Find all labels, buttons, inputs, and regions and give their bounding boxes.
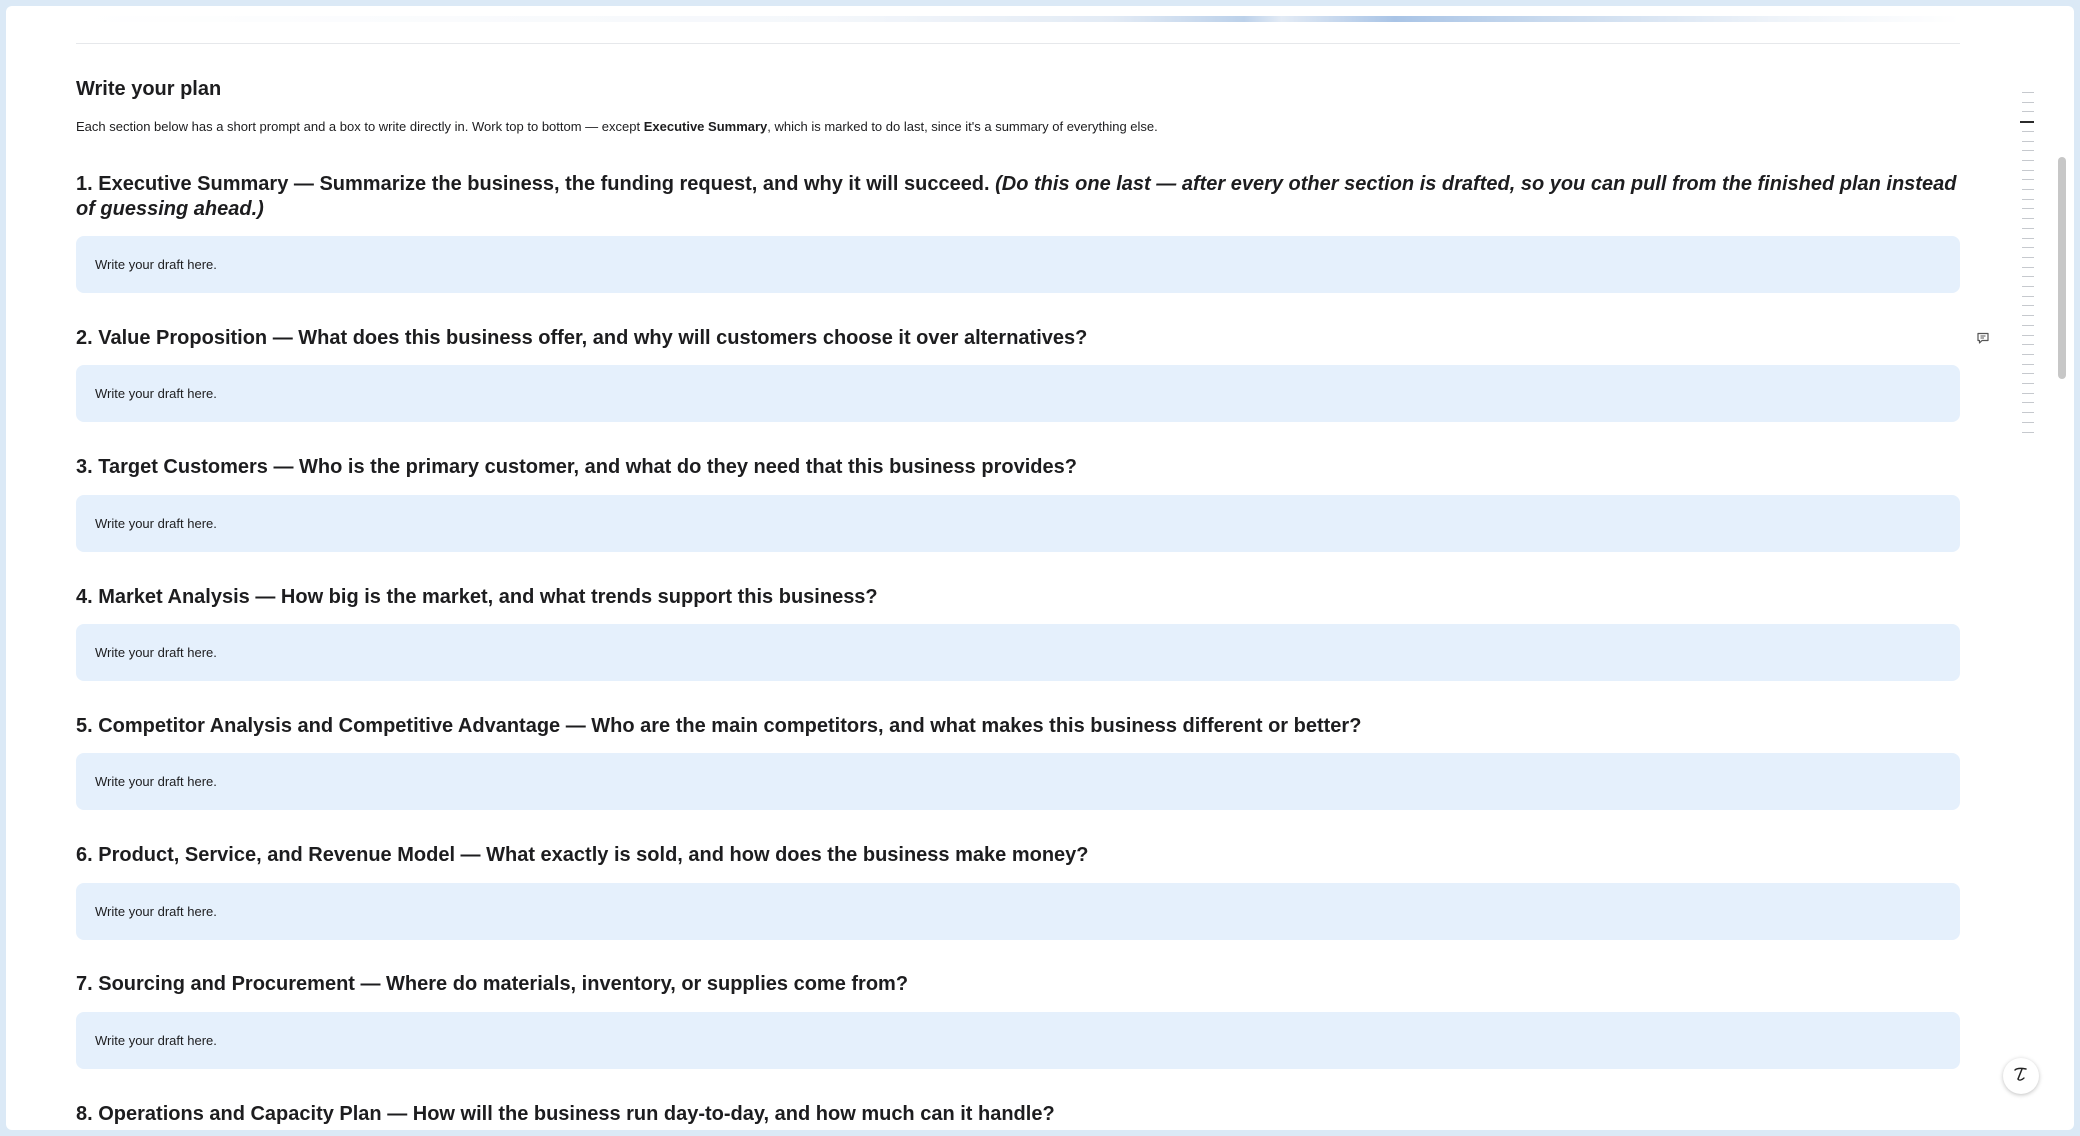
minimap-tick[interactable] xyxy=(2022,130,2034,132)
minimap-tick[interactable] xyxy=(2022,189,2034,190)
minimap-tick[interactable] xyxy=(2022,373,2034,375)
minimap-tick[interactable] xyxy=(2022,237,2034,239)
minimap-tick[interactable] xyxy=(2022,324,2034,326)
minimap-tick[interactable] xyxy=(2022,179,2034,181)
minimap-tick[interactable] xyxy=(2022,169,2034,171)
minimap-tick[interactable] xyxy=(2022,402,2034,404)
intro-text-start: Each section below has a short prompt an… xyxy=(76,119,644,134)
minimap-tick[interactable] xyxy=(2022,305,2034,307)
draft-box[interactable]: Write your draft here. xyxy=(76,1012,1960,1069)
section-title: 3. Target Customers — Who is the primary… xyxy=(76,456,1077,478)
minimap-tick[interactable] xyxy=(2022,266,2034,268)
minimap-tick[interactable] xyxy=(2022,295,2034,297)
draft-box[interactable]: Write your draft here. xyxy=(76,365,1960,422)
intro-text: Each section below has a short prompt an… xyxy=(76,119,1158,134)
section-title: 1. Executive Summary — Summarize the bus… xyxy=(76,173,996,195)
minimap-tick[interactable] xyxy=(2022,412,2034,414)
minimap-tick[interactable] xyxy=(2022,140,2034,142)
pen-assistant-icon xyxy=(2011,1064,2031,1089)
minimap-tick[interactable] xyxy=(2022,218,2034,220)
minimap-tick[interactable] xyxy=(2022,353,2034,355)
minimap-tick[interactable] xyxy=(2022,334,2034,336)
minimap-tick[interactable] xyxy=(2022,276,2034,278)
minimap-tick[interactable] xyxy=(2022,198,2034,200)
section-title: 5. Competitor Analysis and Competitive A… xyxy=(76,715,1362,737)
minimap-tick[interactable] xyxy=(2022,421,2034,423)
intro-text-bold: Executive Summary xyxy=(643,119,768,134)
minimap-tick[interactable] xyxy=(2022,159,2034,161)
section-operations: 8. Operations and Capacity Plan — How wi… xyxy=(76,1102,1960,1127)
document-window: Write your plan Each section below has a… xyxy=(6,6,2074,1130)
section-prompt: 1. Executive Summary — Summarize the bus… xyxy=(76,172,1960,222)
section-market-analysis: 4. Market Analysis — How big is the mark… xyxy=(76,585,1960,681)
divider xyxy=(76,43,1960,44)
minimap-tick[interactable] xyxy=(2022,344,2034,346)
minimap-tick[interactable] xyxy=(2022,392,2034,394)
section-sourcing: 7. Sourcing and Procurement — Where do m… xyxy=(76,972,1960,1069)
top-image-strip xyxy=(76,16,1960,22)
draft-box[interactable]: Write your draft here. xyxy=(76,753,1960,810)
minimap-tick[interactable] xyxy=(2022,208,2034,210)
minimap-tick[interactable] xyxy=(2022,227,2034,229)
section-title: 4. Market Analysis — How big is the mark… xyxy=(76,586,878,608)
minimap-tick[interactable] xyxy=(2022,256,2034,258)
draft-box[interactable]: Write your draft here. xyxy=(76,495,1960,552)
comment-icon[interactable] xyxy=(1976,331,1990,345)
section-title: 2. Value Proposition — What does this bu… xyxy=(76,327,1088,349)
section-title: 7. Sourcing and Procurement — Where do m… xyxy=(76,973,909,995)
minimap-tick[interactable] xyxy=(2022,247,2034,249)
section-target-customers: 3. Target Customers — Who is the primary… xyxy=(76,455,1960,552)
section-executive-summary: 1. Executive Summary — Summarize the bus… xyxy=(76,172,1960,293)
minimap-tick[interactable] xyxy=(2022,101,2034,103)
assistant-button[interactable] xyxy=(2003,1058,2039,1094)
page-heading: Write your plan xyxy=(76,78,222,100)
draft-box[interactable]: Write your draft here. xyxy=(76,883,1960,940)
section-value-proposition: 2. Value Proposition — What does this bu… xyxy=(76,326,1960,422)
minimap-tick[interactable] xyxy=(2020,121,2034,124)
minimap-tick[interactable] xyxy=(2022,431,2034,433)
minimap-tick[interactable] xyxy=(2022,363,2034,365)
minimap-tick[interactable] xyxy=(2022,286,2034,287)
section-title: 8. Operations and Capacity Plan — How wi… xyxy=(76,1103,1055,1125)
minimap-tick[interactable] xyxy=(2022,150,2034,152)
section-title: 6. Product, Service, and Revenue Model —… xyxy=(76,844,1089,866)
scrollbar-thumb[interactable] xyxy=(2058,157,2066,379)
minimap-tick[interactable] xyxy=(2022,111,2034,113)
intro-text-end: , which is marked to do last, since it's… xyxy=(767,119,1158,134)
minimap-tick[interactable] xyxy=(2022,92,2034,93)
minimap-tick[interactable] xyxy=(2022,315,2034,317)
section-competitor-analysis: 5. Competitor Analysis and Competitive A… xyxy=(76,714,1960,810)
minimap-tick[interactable] xyxy=(2022,383,2034,384)
draft-box[interactable]: Write your draft here. xyxy=(76,624,1960,681)
section-revenue-model: 6. Product, Service, and Revenue Model —… xyxy=(76,843,1960,940)
draft-box[interactable]: Write your draft here. xyxy=(76,236,1960,293)
